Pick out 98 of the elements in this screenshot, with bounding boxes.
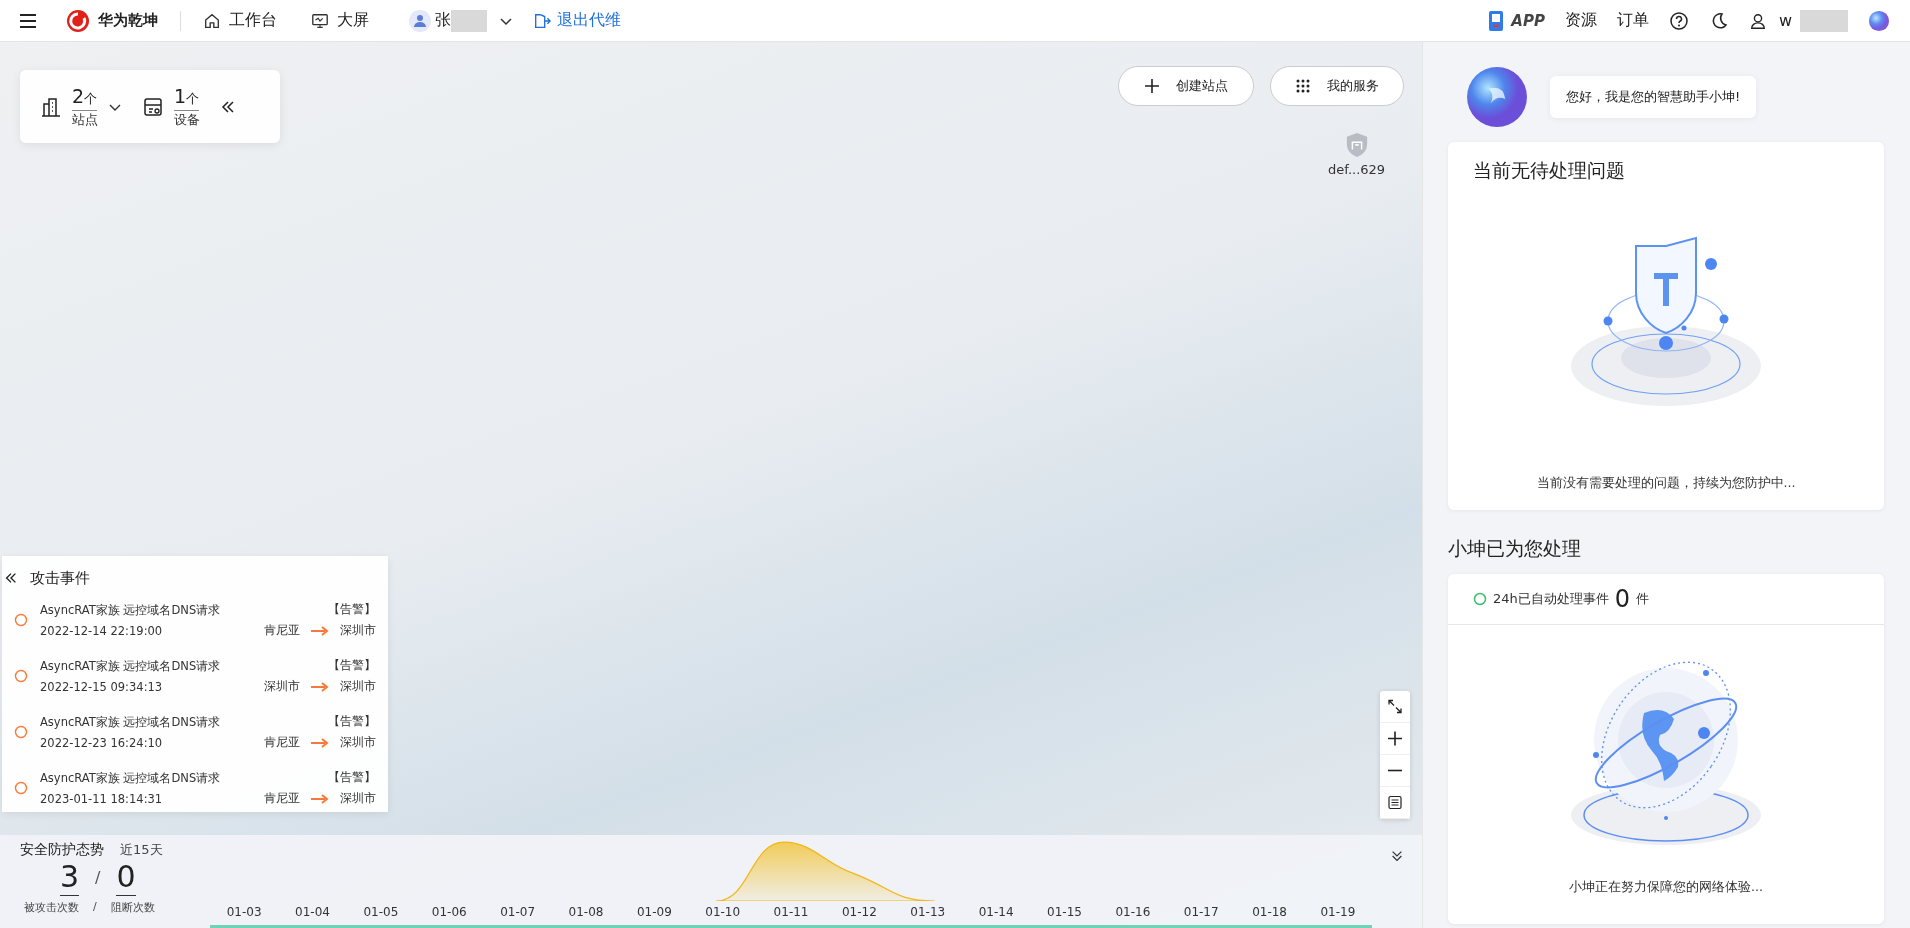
axis-date-label: 01-19 [1319,905,1357,921]
target-location: 深圳市 [340,623,376,638]
section-title: 小坤已为您处理 [1448,536,1582,561]
arrow-icon [310,681,330,692]
source-location: 深圳市 [264,679,300,694]
exit-icon [533,11,551,30]
building-icon [40,95,62,118]
alert-ring-icon [14,613,28,627]
top-link[interactable]: 资源 [1564,10,1597,31]
attacked-label: 被攻击次数 [24,900,79,915]
blocked-label: 阻断次数 [110,900,155,915]
alert-level: 【告警】 [328,770,376,785]
map-action-button[interactable]: 创建站点 [1118,66,1254,106]
site-marker-icon[interactable] [1344,132,1369,158]
source-location: 肯尼亚 [264,735,300,750]
stat-label: 设备 [174,110,200,129]
user-name[interactable]: 张 [435,10,451,31]
top-link[interactable]: 订单 [1616,10,1649,31]
separator: / [93,900,97,915]
collapse-icon[interactable] [220,98,236,115]
card-caption: 小坤正在努力保障您的网络体验... [1569,879,1763,896]
axis-date-label: 01-03 [225,905,263,921]
assistant-avatar-icon[interactable] [1466,66,1528,128]
panel-title: 攻击事件 [30,568,90,588]
arrow-icon [310,737,330,748]
collapse-icon[interactable] [4,571,18,585]
source-location: 肯尼亚 [264,623,300,638]
axis-date-label: 01-18 [1251,905,1288,921]
axis-date-label: 01-11 [772,905,810,921]
arrow-icon [310,625,330,636]
handled-count: 0 [1614,585,1631,613]
stat-label: 站点 [72,110,98,129]
axis-date-label: 01-06 [430,905,468,921]
card-title: 当前无待处理问题 [1473,158,1625,183]
handled-label: 24h已自动处理事件 [1493,590,1609,608]
collapse-down-icon[interactable] [1390,849,1404,863]
account-name[interactable]: w [1778,11,1792,30]
user-avatar-icon [409,9,431,32]
nav-link[interactable]: 工作台 [203,10,277,31]
axis-date-label: 01-13 [909,905,947,921]
axis-date-label: 01-15 [1046,905,1083,921]
site-label: def...629 [1328,162,1386,177]
source-location: 肯尼亚 [264,791,300,806]
redacted-block [1800,9,1848,32]
target-location: 深圳市 [340,735,376,750]
exit-link[interactable]: 退出代维 [533,10,621,31]
range-label: 近15天 [120,841,163,859]
alert-ring-icon [14,669,28,683]
brand-name: 华为乾坤 [98,11,158,30]
axis-date-label: 01-08 [567,905,605,921]
event-time: 2022-12-23 16:24:10 [40,735,164,750]
help-icon[interactable] [1668,10,1689,31]
device-icon [142,95,164,118]
user-icon[interactable] [1748,11,1767,30]
event-time: 2022-12-15 09:34:13 [40,679,164,694]
app-link[interactable]: APP [1485,9,1545,32]
posture-title: 安全防护态势 [20,841,104,859]
event-name[interactable]: AsyncRAT家族 远控域名DNS请求 [40,602,264,618]
arrow-icon [310,793,330,804]
alert-ring-icon [14,781,28,795]
target-location: 深圳市 [340,679,376,694]
greeting-bubble: 您好，我是您的智慧助手小坤! [1550,76,1757,118]
logo-icon [66,8,90,33]
axis-date-label: 01-14 [977,905,1015,921]
axis-date-label: 01-07 [499,905,537,921]
status-ring-icon [1473,592,1487,606]
attacked-count: 3 [60,859,80,896]
stat-value: 1个 [174,84,200,111]
alert-level: 【告警】 [328,658,376,673]
assistant-orb-icon[interactable] [1868,9,1890,32]
blocked-count: 0 [116,859,136,896]
axis-date-label: 01-12 [840,905,878,921]
alert-ring-icon [14,725,28,739]
alert-level: 【告警】 [328,602,376,617]
count-unit: 件 [1636,590,1650,608]
plus-icon [1144,78,1160,94]
axis-date-label: 01-09 [635,905,673,921]
event-name[interactable]: AsyncRAT家族 远控域名DNS请求 [40,770,264,786]
event-time: 2022-12-14 22:19:00 [40,623,164,638]
axis-date-label: 01-05 [362,905,400,921]
map-action-button[interactable]: 我的服务 [1270,66,1404,106]
stat-value: 2个 [72,84,98,111]
nav-link[interactable]: 大屏 [311,10,369,31]
event-name[interactable]: AsyncRAT家族 远控域名DNS请求 [40,658,264,674]
card-caption: 当前没有需要处理的问题，持续为您防护中... [1536,475,1796,492]
home-icon [203,11,221,30]
axis-date-label: 01-17 [1182,905,1220,921]
target-location: 深圳市 [340,791,376,806]
axis-date-label: 01-04 [294,905,331,921]
event-time: 2023-01-11 18:14:31 [40,791,164,806]
alert-level: 【告警】 [328,714,376,729]
monitor-icon [311,11,329,30]
axis-date-label: 01-16 [1114,905,1152,921]
separator: / [95,868,101,887]
event-name[interactable]: AsyncRAT家族 远控域名DNS请求 [40,714,264,730]
redacted-block [451,9,487,32]
axis-date-label: 01-10 [704,905,742,921]
grid-icon [1295,78,1311,94]
